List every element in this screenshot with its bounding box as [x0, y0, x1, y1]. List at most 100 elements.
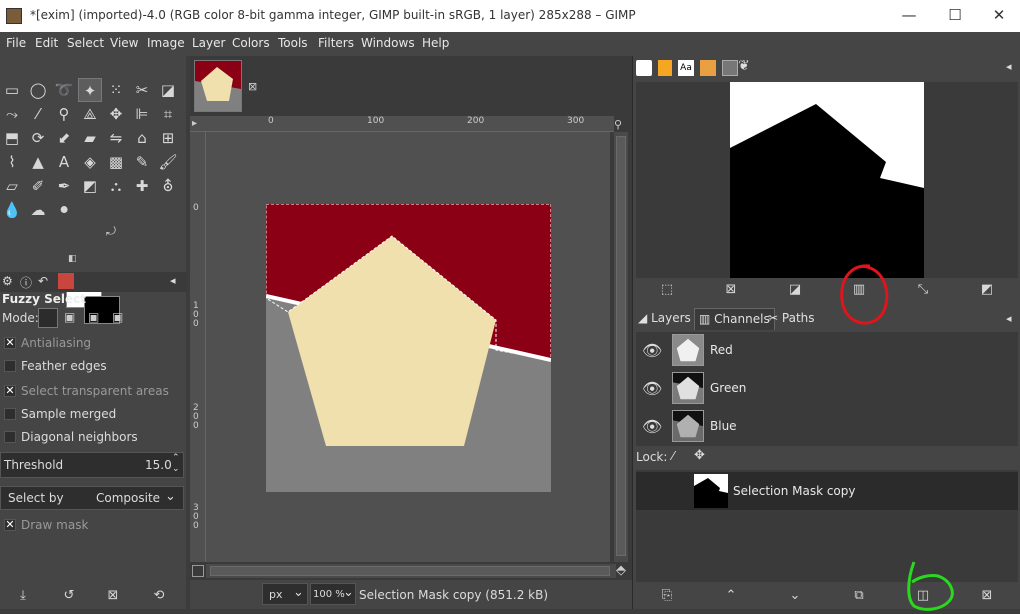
align-icon[interactable]: ⊫ [130, 102, 154, 126]
tool-options-tab-icon[interactable]: ⚙ [2, 274, 13, 288]
menu-file[interactable]: File [6, 36, 26, 50]
perspective-icon[interactable]: ⌂ [130, 126, 154, 150]
menu-select[interactable]: Select [67, 36, 104, 50]
zoom-icon[interactable]: ⚲ [52, 102, 76, 126]
feather-edges-checkbox[interactable] [4, 360, 16, 372]
color-picker-icon[interactable]: ⁄ [26, 102, 50, 126]
maximize-button[interactable]: ☐ [932, 4, 978, 28]
clone-icon[interactable]: ⛬ [104, 174, 128, 198]
close-image-tab-icon[interactable]: ⊠ [248, 80, 257, 93]
fuzzy-select-icon[interactable]: ✦ [78, 78, 102, 102]
brushes-tab-icon[interactable] [636, 60, 652, 76]
new-channel-icon[interactable]: ⎘ [656, 586, 678, 606]
channel-row-red[interactable]: 👁 Red [636, 332, 1018, 370]
mode-intersect-icon[interactable]: ▣ [112, 310, 123, 324]
sample-merged-checkbox[interactable] [4, 408, 16, 420]
eraser-icon[interactable]: ▱ [0, 174, 24, 198]
document-history-tab-icon[interactable] [700, 60, 716, 76]
menu-view[interactable]: View [110, 36, 138, 50]
channel-row-green[interactable]: 👁 Green [636, 370, 1018, 408]
mode-subtract-icon[interactable]: ▣ [88, 310, 99, 324]
image-tab-thumbnail[interactable] [194, 60, 242, 112]
select-by-dropdown[interactable]: Select by Composite ⌄ [0, 486, 184, 510]
mode-replace-button[interactable] [38, 308, 58, 328]
rotate-icon[interactable]: ⟳ [26, 126, 50, 150]
horizontal-scrollbar-thumb[interactable] [210, 566, 610, 576]
free-select-icon[interactable]: ➰ [52, 78, 76, 102]
ink-icon[interactable]: ✒ [52, 174, 76, 198]
patterns-tab-icon[interactable] [658, 60, 672, 76]
unified-transform-icon[interactable]: ⬒ [0, 126, 24, 150]
draw-mask-checkbox[interactable]: ✕ [4, 519, 16, 531]
mask-row-selection-copy[interactable]: Selection Mask copy [636, 472, 1018, 510]
threshold-spinner[interactable]: Threshold 15.0 ⌃ ⌄ [0, 452, 184, 478]
smudge-icon[interactable]: ☁ [26, 198, 50, 222]
visibility-eye-icon[interactable]: 👁 [642, 417, 662, 436]
fonts-tab-icon[interactable]: Aa [678, 60, 694, 76]
spin-arrows-icon[interactable]: ⌃ ⌄ [172, 453, 180, 475]
channel-preview-tab-icon[interactable] [722, 60, 738, 76]
blur-icon[interactable]: 💧 [0, 198, 24, 222]
menu-windows[interactable]: Windows [361, 36, 415, 50]
unit-dropdown[interactable]: px ⌄ [262, 583, 308, 605]
foreground-select-icon[interactable]: ◪ [156, 78, 180, 102]
dock-configure-icon[interactable]: ◂ [1006, 60, 1012, 73]
menu-layer[interactable]: Layer [192, 36, 225, 50]
device-status-tab-icon[interactable]: ⓘ [20, 274, 32, 291]
default-colors-icon[interactable]: ◧ [68, 254, 77, 264]
mypaint-brush-icon[interactable]: ◩ [78, 174, 102, 198]
paintbrush-icon[interactable]: 🖌 [156, 150, 180, 174]
invert-selection-icon[interactable]: ◪ [784, 280, 806, 300]
mode-add-icon[interactable]: ▣ [64, 310, 75, 324]
text-icon-shape[interactable]: ▲ [26, 150, 50, 174]
menu-tools[interactable]: Tools [278, 36, 308, 50]
paths-icon[interactable]: ⤳ [0, 102, 24, 126]
measure-icon[interactable]: ⟁ [78, 102, 102, 126]
undo-history-tab-icon[interactable]: ↶ [38, 274, 48, 288]
warp-transform-icon[interactable]: ⌇ [0, 150, 24, 174]
menu-help[interactable]: Help [422, 36, 449, 50]
channel-row-blue[interactable]: 👁 Blue [636, 408, 1018, 446]
move-icon[interactable]: ✥ [104, 102, 128, 126]
pencil-icon[interactable]: ✎ [130, 150, 154, 174]
close-button[interactable]: ✕ [976, 4, 1020, 28]
tab-paths[interactable]: ✂ Paths [764, 308, 819, 330]
select-transparent-checkbox[interactable]: ✕ [4, 385, 16, 397]
tab-layers[interactable]: ◢ Layers [634, 308, 695, 330]
lock-pixels-icon[interactable]: ⁄ [672, 449, 674, 463]
channels-configure-icon[interactable]: ◂ [1006, 312, 1012, 325]
crop-icon[interactable]: ⌗ [156, 102, 180, 126]
select-by-color-icon[interactable]: ⁙ [104, 78, 128, 102]
vertical-scrollbar[interactable] [614, 132, 628, 562]
butterfly-tab-icon[interactable]: ❦ [738, 58, 750, 74]
cage-transform-icon[interactable]: ⊞ [156, 126, 180, 150]
antialiasing-checkbox[interactable]: ✕ [4, 337, 16, 349]
gradient-icon[interactable]: ▩ [104, 150, 128, 174]
restore-preset-icon[interactable]: ↺ [58, 586, 80, 606]
scissors-select-icon[interactable]: ✂ [130, 78, 154, 102]
image-canvas[interactable] [266, 204, 551, 492]
menu-image[interactable]: Image [147, 36, 185, 50]
reset-options-icon[interactable]: ⟲ [148, 586, 170, 606]
navigate-icon[interactable]: ⬘ [616, 563, 626, 578]
diagonal-neighbors-checkbox[interactable] [4, 431, 16, 443]
canvas-area[interactable] [206, 132, 610, 562]
bucket-fill-icon[interactable]: ◈ [78, 150, 102, 174]
select-none-icon[interactable]: ⊠ [720, 280, 742, 300]
quick-mask-toggle[interactable] [192, 565, 204, 577]
save-preset-icon[interactable]: ⤓ [12, 586, 34, 606]
text-tool-icon[interactable]: A [52, 150, 76, 174]
ellipse-select-icon[interactable]: ◯ [26, 78, 50, 102]
images-tab-icon[interactable] [58, 273, 74, 289]
to-path-icon[interactable]: ⤡ [912, 280, 934, 300]
delete-channel-icon[interactable]: ⊠ [976, 586, 998, 606]
lock-position-icon[interactable]: ✥ [694, 448, 705, 463]
airbrush-icon[interactable]: ✐ [26, 174, 50, 198]
vertical-scrollbar-thumb[interactable] [616, 136, 626, 556]
dodge-burn-icon[interactable]: ⚫ [52, 198, 76, 222]
scale-icon[interactable]: ⬋ [52, 126, 76, 150]
flip-icon[interactable]: ⇋ [104, 126, 128, 150]
swap-colors-icon[interactable]: ⤾ [106, 224, 116, 239]
heal-icon[interactable]: ✚ [130, 174, 154, 198]
lower-channel-icon[interactable]: ⌄ [784, 586, 806, 606]
